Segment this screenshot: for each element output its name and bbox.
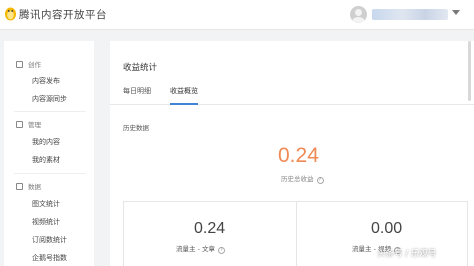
sidebar-item-subscriber-stats[interactable]: 订阅数统计 — [32, 235, 67, 245]
sidebar-divider — [14, 173, 86, 174]
article-earnings-label: 流量主 - 文章? — [176, 243, 225, 254]
watermark: 头条号 / 乐观号 — [377, 249, 437, 259]
tab-daily-details[interactable]: 每日明细 — [123, 86, 151, 96]
total-earnings-label: 历史总收益? — [281, 173, 324, 184]
penguin-logo-icon[interactable] — [4, 6, 17, 21]
stats-divider — [296, 202, 297, 266]
active-tab-indicator — [170, 103, 198, 105]
help-icon[interactable]: ? — [217, 247, 225, 254]
video-earnings-value: 0.00 — [371, 220, 403, 237]
sidebar-section-data: 数据 — [16, 181, 41, 191]
sidebar-item-my-materials[interactable]: 我的素材 — [32, 155, 60, 165]
tab-earnings-overview[interactable]: 收益概览 — [170, 86, 198, 96]
brand-title[interactable]: 腾讯内容开放平台 — [19, 7, 107, 22]
total-earnings-value: 0.24 — [278, 144, 319, 167]
history-data-label: 历史数据 — [123, 124, 149, 132]
folder-icon — [16, 121, 23, 128]
main-panel: 收益统计 每日明细 收益概览 历史数据 0.24 历史总收益? 0.24 流量主… — [110, 41, 474, 266]
top-bar: 腾讯内容开放平台 — [0, 0, 474, 30]
edit-icon — [16, 61, 23, 68]
sidebar-section-manage: 管理 — [16, 119, 41, 129]
tabs-divider — [110, 104, 474, 105]
page-title: 收益统计 — [123, 63, 158, 73]
sidebar-item-source-sync[interactable]: 内容源同步 — [32, 94, 67, 104]
sidebar-item-penguin-index[interactable]: 企鹅号指数 — [32, 253, 67, 263]
sidebar-section-create: 创作 — [16, 59, 41, 69]
username-redacted[interactable] — [372, 9, 448, 20]
help-icon[interactable]: ? — [316, 177, 324, 184]
sidebar-item-publish[interactable]: 内容发布 — [32, 76, 60, 86]
sidebar-divider — [14, 111, 86, 112]
sidebar-item-video-stats[interactable]: 视频统计 — [32, 217, 60, 227]
article-earnings-value: 0.24 — [194, 220, 226, 237]
sidebar-item-my-content[interactable]: 我的内容 — [32, 137, 60, 147]
scrollbar[interactable] — [468, 41, 471, 101]
sidebar-item-article-stats[interactable]: 图文统计 — [32, 199, 60, 209]
chevron-down-icon[interactable] — [452, 10, 460, 15]
sidebar: 创作 内容发布 内容源同步 管理 我的内容 我的素材 数据 图文统计 视频统计 … — [4, 41, 94, 266]
user-avatar[interactable] — [350, 6, 367, 23]
chart-icon — [16, 183, 23, 190]
